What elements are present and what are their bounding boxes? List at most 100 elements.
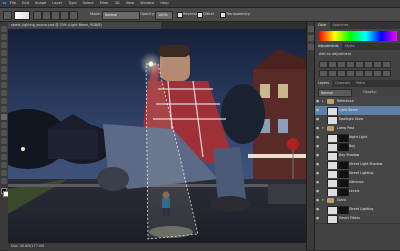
history-brush-tool-icon[interactable] [1,98,7,104]
opacity-field[interactable]: 100% [155,11,173,20]
expand-caret-icon[interactable]: ▸ [322,99,324,103]
visibility-eye-icon[interactable]: ● [316,144,320,148]
tab-paths[interactable]: Paths [353,80,368,87]
angle-gradient-button[interactable] [51,11,60,20]
layer-name: Lamp Post [337,126,355,130]
layer-name: Light Beam [339,108,358,112]
move-tool-icon[interactable] [1,26,7,32]
reverse-label: Reverse [183,12,198,16]
exposure-adjust-icon[interactable] [346,61,355,68]
diamond-gradient-button[interactable] [69,11,78,20]
layer-name: Boy [349,144,356,148]
menu-edit[interactable]: Edit [22,1,29,6]
gradient-map-adjust-icon[interactable] [373,70,382,77]
crop-tool-icon[interactable] [1,58,7,64]
color-balance-adjust-icon[interactable] [373,61,382,68]
menu-filter[interactable]: Filter [100,1,109,6]
layer-row-smart-filters[interactable]: ● Smart Filters [315,214,400,224]
photoshop-logo-icon: Ps [2,1,7,6]
threshold-adjust-icon[interactable] [364,70,373,77]
visibility-eye-icon[interactable]: ● [316,216,320,220]
doc-size-status[interactable]: Doc: 45.8M/177.0M [11,244,44,248]
gradient-picker[interactable] [14,11,30,20]
menu-select[interactable]: Select [83,1,94,6]
layer-name: Vibrance [349,180,364,184]
document-canvas[interactable] [8,29,306,242]
transparency-label: Transparency [226,12,250,16]
menu-image[interactable]: Image [35,1,46,6]
eyedropper-tool-icon[interactable] [1,66,7,72]
path-select-tool-icon[interactable] [1,154,7,160]
reflected-gradient-button[interactable] [60,11,69,20]
menu-layer[interactable]: Layer [52,1,62,6]
levels-adjust-icon[interactable] [328,61,337,68]
bw-adjust-icon[interactable] [382,61,391,68]
visibility-eye-icon[interactable]: ● [316,189,320,193]
visibility-eye-icon[interactable]: ● [316,108,320,112]
visibility-eye-icon[interactable]: ● [316,180,320,184]
linear-gradient-button[interactable] [33,11,42,20]
mode-dropdown[interactable]: Normal [102,11,140,20]
visibility-eye-icon[interactable]: ● [316,117,320,121]
photo-filter-adjust-icon[interactable] [319,70,328,77]
menu-view[interactable]: View [126,1,135,6]
selective-color-adjust-icon[interactable] [382,70,391,77]
shape-tool-icon[interactable] [1,162,7,168]
layers-list: ● ▸ Reference ● Light Beam ● Spotlight G… [315,97,400,224]
tab-swatches[interactable]: Swatches [330,22,352,29]
tab-color[interactable]: Color [315,22,330,29]
tab-adjustments[interactable]: Adjustments [315,43,342,50]
visibility-eye-icon[interactable]: ● [316,99,320,103]
expand-caret-icon[interactable]: ▾ [322,198,324,202]
canvas-image [8,29,306,242]
visibility-eye-icon[interactable]: ● [316,126,320,130]
visibility-eye-icon[interactable]: ● [316,207,320,211]
visibility-eye-icon[interactable]: ● [316,135,320,139]
adjustments-tabs: Adjustments Styles [315,43,400,50]
type-tool-icon[interactable] [1,146,7,152]
invert-adjust-icon[interactable] [346,70,355,77]
document-tab[interactable]: street_lighting_source.psd @ 25% (Light … [8,22,161,29]
radial-gradient-button[interactable] [42,11,51,20]
tab-channels[interactable]: Channels [332,80,353,87]
hue-adjust-icon[interactable] [364,61,373,68]
menu-window[interactable]: Window [140,1,154,6]
visibility-eye-icon[interactable]: ● [316,162,320,166]
brightness-adjust-icon[interactable] [319,61,328,68]
quick-select-tool-icon[interactable] [1,50,7,56]
hand-tool-icon[interactable] [1,170,7,176]
marquee-tool-icon[interactable] [1,34,7,40]
blend-mode-dropdown[interactable]: Normal [318,89,352,97]
menu-help[interactable]: Help [160,1,168,6]
dodge-tool-icon[interactable] [1,130,7,136]
channel-mixer-adjust-icon[interactable] [328,70,337,77]
posterize-adjust-icon[interactable] [355,70,364,77]
opacity-label: Opacity: [140,12,155,16]
menu-type[interactable]: Type [68,1,76,6]
tab-layers[interactable]: Layers [315,80,332,87]
right-tree [221,84,265,144]
curves-adjust-icon[interactable] [337,61,346,68]
pen-tool-icon[interactable] [1,138,7,144]
brush-tool-icon[interactable] [1,82,7,88]
gradient-tool-icon[interactable] [3,11,12,20]
vibrance-adjust-icon[interactable] [355,61,364,68]
expand-caret-icon[interactable]: ▾ [322,126,324,130]
eraser-tool-icon[interactable] [1,106,7,112]
visibility-eye-icon[interactable]: ● [316,198,320,202]
color-lookup-adjust-icon[interactable] [337,70,346,77]
color-ramp[interactable] [319,31,397,41]
visibility-eye-icon[interactable]: ● [316,153,320,157]
tab-styles[interactable]: Styles [342,43,358,50]
menu-file[interactable]: File [10,1,16,6]
blur-tool-icon[interactable] [1,122,7,128]
gradient-tool-icon[interactable] [1,114,7,120]
healing-tool-icon[interactable] [1,74,7,80]
stop-sign [287,138,299,150]
options-bar: Mode: Normal Opacity: 100% Reverse Dithe… [0,8,400,22]
clone-stamp-tool-icon[interactable] [1,90,7,96]
visibility-eye-icon[interactable]: ● [316,171,320,175]
menu-3d[interactable]: 3D [115,1,120,6]
lasso-tool-icon[interactable] [1,42,7,48]
zoom-tool-icon[interactable] [1,178,7,184]
